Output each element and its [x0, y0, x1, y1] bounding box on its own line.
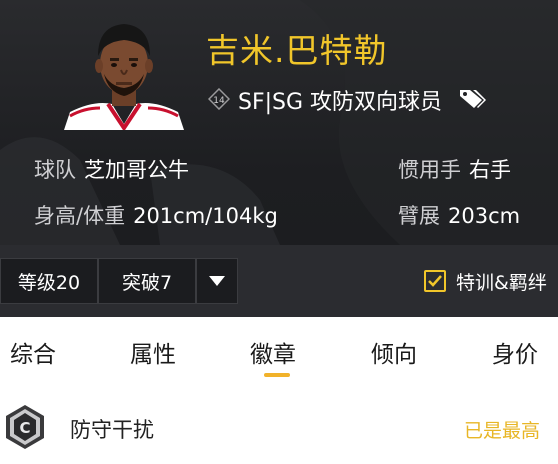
badge-name: 防守干扰	[70, 418, 154, 442]
tab-value[interactable]: 身价	[492, 335, 538, 369]
hand-value: 右手	[469, 158, 511, 182]
wingspan-value: 203cm	[448, 204, 521, 228]
wingspan-label: 臂展	[398, 204, 440, 228]
special-training-label[interactable]: 特训&羁绊	[456, 268, 547, 295]
player-name: 吉米.巴特勒	[206, 31, 388, 70]
badge-status: 已是最高	[464, 420, 541, 442]
badge-tier-letter: C	[19, 419, 30, 437]
checkmark-icon	[428, 275, 442, 287]
body-info: 身高/体重 201cm/104kg	[34, 200, 278, 230]
body-value: 201cm/104kg	[133, 204, 278, 228]
player-position: SF|SG 攻防双向球员	[238, 90, 443, 115]
tag-icon[interactable]	[458, 86, 488, 110]
jersey-number-badge: 14	[208, 88, 230, 110]
player-portrait	[64, 24, 184, 130]
level-button[interactable]: 等级20	[0, 258, 98, 304]
active-tab-indicator	[264, 373, 290, 377]
badge-tier-icon: C	[6, 405, 44, 449]
tab-attributes[interactable]: 属性	[130, 335, 176, 369]
team-label: 球队	[34, 158, 76, 182]
team-value: 芝加哥公牛	[84, 158, 189, 182]
tab-overview[interactable]: 综合	[10, 335, 56, 369]
chevron-down-icon	[209, 276, 225, 286]
tab-tendencies[interactable]: 倾向	[371, 335, 417, 369]
special-training-checkbox[interactable]	[424, 270, 446, 292]
hand-label: 惯用手	[398, 158, 461, 182]
hand-info: 惯用手 右手	[398, 154, 511, 184]
body-label: 身高/体重	[34, 204, 126, 228]
level-dropdown-button[interactable]	[196, 258, 238, 304]
team-info: 球队 芝加哥公牛	[34, 154, 189, 184]
wingspan-info: 臂展 203cm	[398, 200, 520, 230]
tab-badges[interactable]: 徽章	[250, 335, 296, 369]
breakthrough-button[interactable]: 突破7	[98, 258, 196, 304]
jersey-number: 14	[213, 96, 225, 106]
